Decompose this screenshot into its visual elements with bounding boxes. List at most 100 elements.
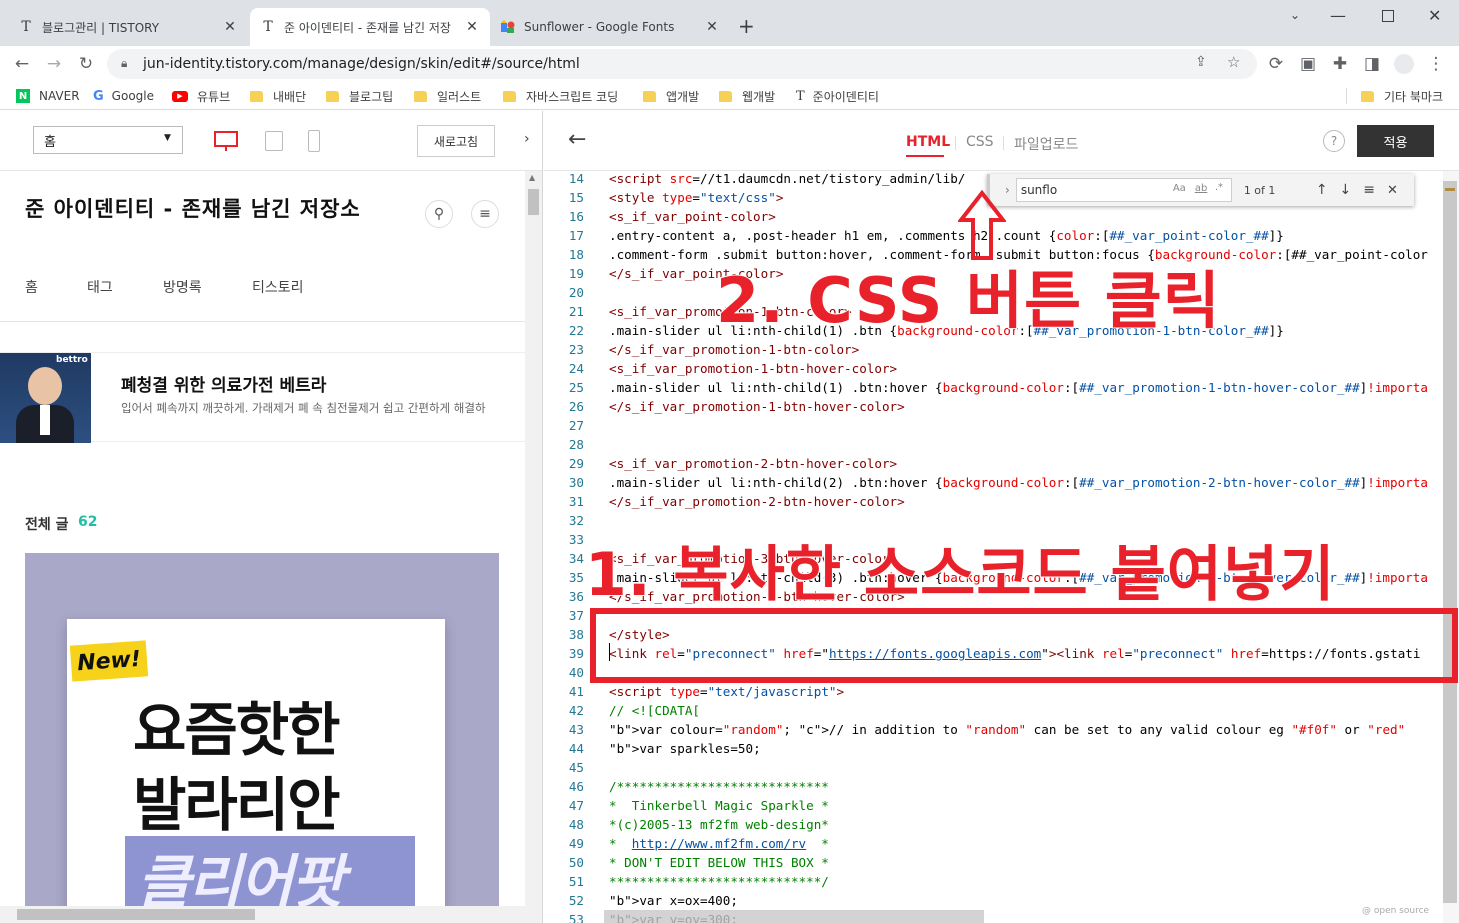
code-line: <s_if_var_promotion-2-btn-hover-color> [609, 456, 898, 471]
hamburger-menu-icon[interactable]: ≡ [471, 200, 499, 228]
regex-icon[interactable]: .* [1215, 182, 1223, 193]
ad-banner[interactable]: bettro 폐청결 위한 의료가전 베트라 입어서 폐속까지 깨끗하게. 가래… [0, 352, 525, 443]
bookmark-naver[interactable]: N NAVER [16, 86, 80, 106]
bookmark-jun-identity[interactable]: T 준아이덴티티 [796, 86, 879, 106]
forward-icon[interactable]: → [40, 50, 68, 78]
back-icon[interactable]: ← [8, 50, 36, 78]
hscroll-thumb[interactable] [17, 909, 255, 920]
apply-button[interactable]: 적용 [1357, 125, 1434, 157]
browser-tab-strip: T 블로그관리 | TISTORY ✕ T 준 아이덴티티 - 존재를 남긴 저… [0, 0, 1459, 46]
bookmarks-bar: N NAVER G Google ▶ 유튜브 내배단 블로그팁 일러스트 자바스… [0, 82, 1459, 110]
tab-jun-identity[interactable]: T 준 아이덴티티 - 존재를 남긴 저장 ✕ [250, 8, 490, 46]
bookmark-google[interactable]: G Google [93, 86, 154, 106]
refresh-button[interactable]: 새로고침 [417, 125, 495, 157]
find-input[interactable]: sunflo Aa ab .* [1015, 178, 1232, 202]
help-icon[interactable]: ? [1323, 130, 1345, 152]
extension-profile-icon[interactable]: ▣ [1294, 50, 1322, 78]
tab-search-icon[interactable]: ⌄ [1290, 8, 1300, 22]
line-number: 40 [568, 665, 584, 680]
scrollbar-thumb[interactable] [528, 189, 539, 215]
editor-scroll-thumb[interactable] [1443, 181, 1457, 903]
mobile-view-icon[interactable] [308, 130, 320, 152]
tab-google-fonts[interactable]: Sunflower - Google Fonts ✕ [490, 8, 730, 46]
close-icon[interactable]: ✕ [464, 19, 480, 35]
close-icon[interactable]: ✕ [704, 19, 720, 35]
bookmark-folder[interactable]: 웹개발 [719, 86, 775, 106]
side-panel-icon[interactable]: ◨ [1358, 50, 1386, 78]
post-thumbnail[interactable]: New! 요즘핫한 발라리안 클리어팟 [25, 553, 499, 923]
bookmark-folder[interactable]: 자바스크립트 코딩 [503, 86, 618, 106]
preview-hscrollbar[interactable] [0, 906, 525, 923]
reload-icon[interactable]: ↻ [72, 50, 100, 78]
menu-kebab-icon[interactable]: ⋮ [1422, 50, 1450, 78]
bookmark-folder[interactable]: 블로그팁 [326, 86, 393, 106]
preview-page-select[interactable]: 홈 ▼ [33, 126, 183, 154]
close-icon[interactable]: ✕ [222, 19, 238, 35]
bookmark-folder[interactable]: 앱개발 [643, 86, 699, 106]
maximize-icon[interactable] [1382, 10, 1394, 22]
bookmark-star-icon[interactable]: ☆ [1227, 53, 1240, 71]
share-icon[interactable]: ⇪ [1195, 54, 1207, 70]
code-line: /**************************** [609, 779, 829, 794]
bookmark-folder[interactable]: 일러스트 [414, 86, 481, 106]
preview-scrollbar[interactable]: ▲ ▼ [525, 171, 542, 923]
code-line: <script src=//t1.daumcdn.net/tistory_adm… [609, 171, 966, 186]
line-number: 26 [568, 399, 584, 414]
bookmark-youtube[interactable]: ▶ 유튜브 [172, 86, 230, 106]
blog-nav-home[interactable]: 홈 [25, 277, 38, 297]
code-line: .entry-content a, .post-header h1 em, .c… [609, 228, 1284, 243]
desktop-view-icon[interactable] [214, 131, 238, 147]
google-icon: G [93, 88, 104, 104]
next-match-icon[interactable]: ↓ [1340, 182, 1352, 198]
line-number: 32 [568, 513, 584, 528]
preview-toolbar: 홈 ▼ 새로고침 › [0, 111, 542, 171]
editor-scrollbar[interactable] [1443, 171, 1459, 923]
match-case-icon[interactable]: Aa [1173, 183, 1186, 194]
line-number: 28 [568, 437, 584, 452]
line-number: 18 [568, 247, 584, 262]
tablet-view-icon[interactable] [265, 131, 283, 151]
other-bookmarks[interactable]: 기타 북마크 [1361, 86, 1443, 106]
code-line: <s_if_var_promotion-1-btn-hover-color> [609, 361, 898, 376]
blog-nav-tag[interactable]: 태그 [87, 277, 113, 297]
window-close-icon[interactable]: ✕ [1428, 6, 1441, 25]
scroll-up-icon[interactable]: ▲ [529, 173, 535, 182]
line-number: 34 [568, 551, 584, 566]
address-bar[interactable]: 🔒︎ jun-identity.tistory.com/manage/desig… [107, 49, 1257, 79]
code-line: <s_if_var_point-color> [609, 209, 776, 224]
ad-title: 폐청결 위한 의료가전 베트라 [121, 376, 327, 396]
collapse-chevron-icon[interactable]: › [524, 131, 530, 147]
post-count-label: 전체 글 [25, 517, 69, 533]
back-arrow-icon[interactable]: ← [568, 127, 586, 152]
new-tab-button[interactable]: + [738, 14, 755, 38]
active-tab-underline [906, 155, 944, 157]
bookmark-label: Google [111, 89, 154, 103]
extension-refresh-icon[interactable]: ⟳ [1262, 50, 1290, 78]
tab-css[interactable]: CSS [966, 134, 994, 150]
line-number: 53 [568, 912, 584, 923]
tab-divider [1003, 136, 1004, 150]
previous-match-icon[interactable]: ↑ [1316, 182, 1328, 198]
search-icon[interactable]: ⚲ [425, 200, 453, 228]
folder-icon [719, 90, 732, 102]
blog-nav-guestbook[interactable]: 방명록 [163, 277, 202, 297]
code-line: * http://www.mf2fm.com/rv * [609, 836, 829, 851]
tab-file-upload[interactable]: 파일업로드 [1014, 134, 1078, 154]
blog-nav-tistory[interactable]: 티스토리 [252, 277, 304, 297]
editor-hscroll-thumb[interactable] [604, 910, 984, 923]
bookmark-folder[interactable]: 내배단 [250, 86, 306, 106]
tab-blog-admin[interactable]: T 블로그관리 | TISTORY ✕ [8, 8, 248, 46]
line-number: 47 [568, 798, 584, 813]
close-find-icon[interactable]: ✕ [1387, 183, 1398, 198]
whole-word-icon[interactable]: ab [1195, 183, 1207, 194]
minimize-icon[interactable]: — [1330, 6, 1346, 25]
line-number: 52 [568, 893, 584, 908]
tab-html[interactable]: HTML [906, 134, 950, 150]
bookmark-label: 앱개발 [666, 89, 700, 104]
extensions-puzzle-icon[interactable]: ✚ [1326, 50, 1354, 78]
line-number: 15 [568, 190, 584, 205]
find-in-selection-icon[interactable]: ≡ [1363, 182, 1375, 198]
avatar[interactable] [1390, 50, 1418, 78]
bookmark-label: 웹개발 [742, 89, 776, 104]
line-number: 21 [568, 304, 584, 319]
